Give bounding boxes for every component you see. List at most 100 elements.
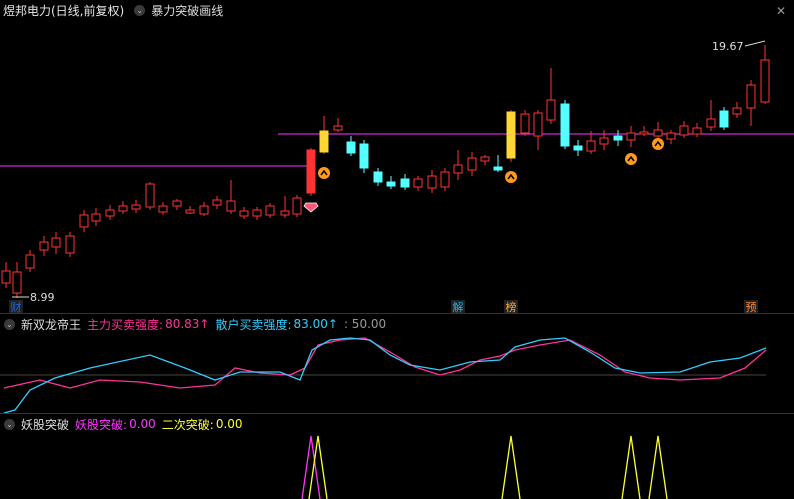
candle [746, 80, 756, 126]
indicator-name[interactable]: 新双龙帝王 [21, 316, 81, 333]
candle [626, 126, 636, 147]
candle-body [172, 200, 182, 207]
candle [51, 232, 61, 254]
candle-body [131, 204, 141, 210]
candle [252, 207, 262, 220]
candle-body [400, 178, 410, 188]
candle [265, 203, 275, 218]
candle [706, 100, 716, 131]
candle-body [226, 200, 236, 212]
candle [427, 170, 437, 193]
breakout-spike [621, 435, 641, 499]
candle [172, 199, 182, 210]
candle [185, 206, 195, 214]
low-price-label: 8.99 [30, 291, 55, 304]
breakout-indicator-area[interactable] [301, 435, 668, 499]
candle-body [413, 178, 423, 188]
candle [333, 118, 343, 132]
breakout-indicator-header: ⌄ 妖股突破 妖股突破: 0.00 二次突破: 0.00 [0, 414, 249, 434]
candle-body [39, 241, 49, 251]
candle [719, 107, 729, 130]
event-marker: 榜 [504, 300, 518, 314]
candle [145, 182, 155, 210]
candle-body [1, 270, 11, 284]
main-force-line [3, 337, 767, 389]
dragon-indicator-area[interactable] [0, 337, 767, 414]
main-force-value: 80.83↑ [165, 317, 210, 331]
candle-body [158, 205, 168, 213]
candle-body [599, 137, 609, 145]
candle [599, 130, 609, 150]
event-marker: 解 [451, 300, 465, 314]
event-marker-label: 财 [11, 300, 22, 314]
retail-label: 散户买卖强度: [215, 317, 292, 332]
candle-body [506, 111, 516, 159]
candle [760, 45, 770, 104]
candle-body [252, 209, 262, 217]
candle [493, 155, 503, 172]
candle [131, 200, 141, 213]
candle-body [613, 135, 623, 141]
candle [91, 208, 101, 226]
chevron-down-icon[interactable]: ⌄ [4, 318, 15, 330]
high-price-label: 19.67 [712, 40, 744, 53]
candle [105, 205, 115, 220]
candle-body [480, 156, 490, 162]
candle [666, 130, 676, 144]
candle-body [653, 129, 663, 137]
candle-body [65, 235, 75, 254]
yao-label: 妖股突破: [75, 417, 128, 432]
candle [533, 110, 543, 150]
candle [639, 126, 649, 136]
breakout-spike [501, 435, 521, 499]
candle-body [199, 205, 209, 215]
event-marker: 财 [9, 300, 23, 314]
candle-body [719, 110, 729, 128]
candle-body [560, 103, 570, 147]
candle [226, 180, 236, 214]
candle [319, 116, 329, 154]
candle [679, 121, 689, 138]
candle [292, 195, 302, 217]
candle [560, 100, 570, 149]
indicator-name[interactable]: 妖股突破 [21, 416, 69, 433]
candle-body [427, 175, 437, 189]
candle-body [91, 213, 101, 222]
second-label: 二次突破: [161, 417, 214, 432]
candle-body [265, 205, 275, 216]
candle-body [51, 237, 61, 248]
buy-signal-icon [505, 171, 517, 183]
second-value: 0.00 [215, 417, 243, 431]
candle [373, 168, 383, 186]
candle-body [586, 140, 596, 152]
candle-body [692, 127, 702, 135]
candle [692, 123, 702, 137]
candle [306, 148, 316, 196]
candle [400, 174, 410, 190]
candle [239, 207, 249, 219]
candle-body [573, 145, 583, 151]
candle-body [212, 199, 222, 206]
candle-body [520, 113, 530, 134]
buy-signal-icon [652, 138, 664, 150]
candle [480, 155, 490, 165]
yao-value: 0.00 [129, 417, 156, 431]
candle [732, 102, 742, 118]
buy-signal-icon [625, 153, 637, 165]
candle-body [679, 125, 689, 136]
chevron-down-icon[interactable]: ⌄ [4, 418, 15, 430]
candlestick-area[interactable]: 19.67 8.99 财 解 榜 预 [0, 40, 794, 314]
candle-body [359, 143, 369, 169]
candle-body [732, 107, 742, 115]
candle-body [319, 130, 329, 153]
candle [453, 150, 463, 180]
breakout-spike [648, 435, 668, 499]
candle-body [440, 171, 450, 188]
candle-body [79, 214, 89, 228]
candle-body [546, 99, 556, 121]
level-label: : 50.00 [343, 317, 387, 331]
candle [118, 201, 128, 214]
candle [79, 210, 89, 232]
candle-body [25, 254, 35, 269]
candle-body [118, 205, 128, 212]
